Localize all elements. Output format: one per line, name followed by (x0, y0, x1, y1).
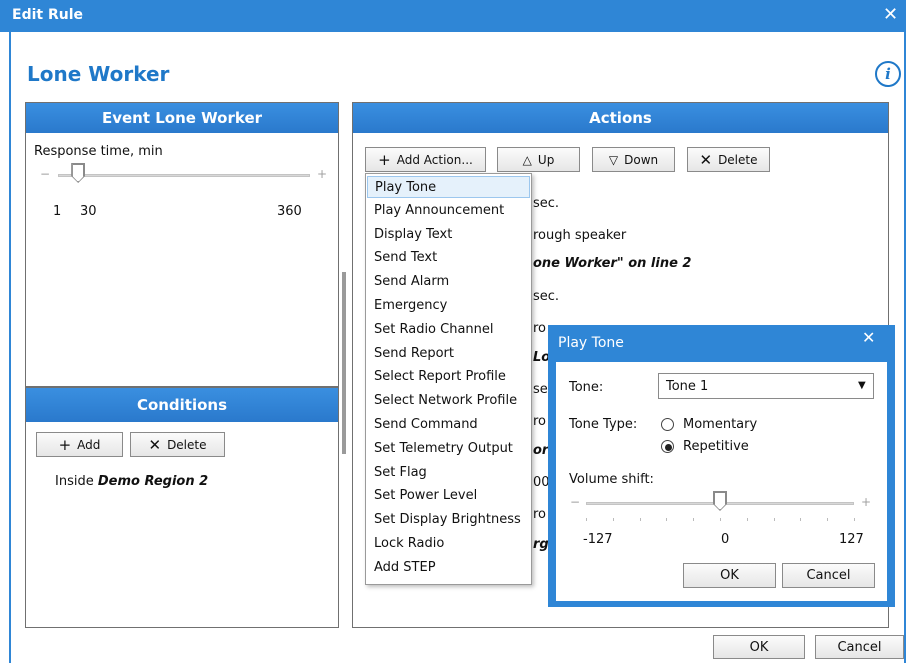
menu-item-select-network-profile[interactable]: Select Network Profile (367, 390, 530, 412)
delete-condition-button[interactable]: ✕ Delete (130, 432, 225, 457)
action-row-fragment: ro (533, 321, 547, 336)
event-panel-header: Event Lone Worker (26, 103, 338, 133)
menu-item-set-flag[interactable]: Set Flag (367, 462, 530, 484)
delete-action-button[interactable]: ✕ Delete (687, 147, 770, 172)
slider-tick (854, 518, 855, 521)
slider-tick (666, 518, 668, 521)
slider-plus-icon[interactable]: + (317, 167, 327, 181)
action-row-fragment: rg (533, 537, 549, 552)
menu-item-lock-radio[interactable]: Lock Radio (367, 533, 530, 555)
menu-item-set-radio-channel[interactable]: Set Radio Channel (367, 319, 530, 341)
add-action-menu: Play Tone Play Announcement Display Text Se… (365, 173, 532, 585)
tone-select[interactable]: Tone 1 ▼ (658, 373, 874, 399)
actions-panel-header: Actions (353, 103, 888, 133)
slider-tick (720, 518, 721, 521)
response-time-slider-thumb[interactable] (71, 163, 86, 183)
menu-item-play-announcement[interactable]: Play Announcement (367, 200, 530, 222)
menu-item-add-step[interactable]: Add STEP (367, 557, 530, 579)
volume-max-label: 127 (839, 532, 864, 547)
menu-item-send-command[interactable]: Send Command (367, 414, 530, 436)
response-time-label: Response time, min (34, 144, 163, 159)
menu-item-set-telemetry-output[interactable]: Set Telemetry Output (367, 438, 530, 460)
slider-tick (693, 518, 695, 521)
volume-value-label: 0 (721, 532, 730, 547)
momentary-label[interactable]: Momentary (683, 417, 757, 432)
menu-item-set-power-level[interactable]: Set Power Level (367, 485, 530, 507)
window-title: Edit Rule (12, 7, 83, 23)
action-row-fragment: se (533, 382, 548, 397)
triangle-down-icon: ▽ (608, 152, 619, 167)
menu-item-send-text[interactable]: Send Text (367, 247, 530, 269)
play-tone-ok-button[interactable]: OK (683, 563, 776, 588)
action-row-fragment: rough speaker (533, 228, 627, 243)
conditions-panel: Conditions + Add ✕ Delete Inside Demo Re… (25, 387, 339, 628)
delete-icon: ✕ (699, 150, 713, 169)
action-row-fragment: ro (533, 507, 547, 522)
slider-ticks (586, 518, 855, 521)
window-titlebar: Edit Rule ✕ (0, 0, 906, 32)
slider-tick (800, 518, 802, 521)
repetitive-label[interactable]: Repetitive (683, 439, 749, 454)
menu-item-play-tone[interactable]: Play Tone (367, 176, 530, 198)
volume-min-label: -127 (583, 532, 613, 547)
cancel-button[interactable]: Cancel (815, 635, 904, 659)
tone-type-label: Tone Type: (569, 417, 638, 432)
action-row-fragment: one Worker" on line 2 (533, 256, 692, 271)
tone-label: Tone: (569, 380, 604, 395)
response-time-slider[interactable] (58, 174, 310, 177)
slider-min-label: 1 (53, 204, 62, 219)
close-icon[interactable]: ✕ (862, 328, 875, 347)
repetitive-radio[interactable] (661, 440, 674, 453)
menu-item-emergency[interactable]: Emergency (367, 295, 530, 317)
condition-region: Demo Region 2 (97, 474, 209, 489)
action-row-fragment: sec. (533, 196, 560, 211)
slider-tick (612, 518, 614, 521)
rule-title: Lone Worker (27, 62, 170, 86)
action-row-fragment: ro (533, 414, 547, 429)
plus-icon: + (58, 435, 72, 454)
event-panel: Event Lone Worker Response time, min − +… (25, 102, 339, 387)
menu-item-display-text[interactable]: Display Text (367, 224, 530, 246)
slider-value-label: 30 (80, 204, 97, 219)
action-row-fragment: sec. (533, 289, 560, 304)
triangle-up-icon: △ (522, 152, 532, 167)
add-condition-button[interactable]: + Add (36, 432, 123, 457)
volume-shift-label: Volume shift: (569, 472, 654, 487)
delete-icon: ✕ (148, 435, 162, 454)
conditions-panel-header: Conditions (26, 388, 338, 422)
panel-splitter[interactable] (342, 272, 346, 454)
slider-tick (773, 518, 775, 521)
condition-item[interactable]: Inside Demo Region 2 (55, 474, 208, 489)
slider-tick (827, 518, 829, 521)
move-down-button[interactable]: ▽ Down (592, 147, 675, 172)
play-tone-title: Play Tone (558, 335, 624, 351)
plus-icon: + (378, 150, 391, 169)
momentary-radio[interactable] (661, 418, 674, 431)
slider-tick (586, 518, 587, 521)
slider-plus-icon[interactable]: + (861, 495, 871, 509)
menu-item-send-report[interactable]: Send Report (367, 343, 530, 365)
slider-minus-icon[interactable]: − (40, 167, 50, 181)
menu-item-send-alarm[interactable]: Send Alarm (367, 271, 530, 293)
menu-item-select-report-profile[interactable]: Select Report Profile (367, 366, 530, 388)
volume-shift-slider-thumb[interactable] (713, 491, 727, 511)
add-action-button[interactable]: + Add Action... (365, 147, 486, 172)
close-icon[interactable]: ✕ (883, 4, 898, 25)
menu-item-set-display-brightness[interactable]: Set Display Brightness (367, 509, 530, 531)
slider-tick (639, 518, 641, 521)
move-up-button[interactable]: △ Up (497, 147, 580, 172)
slider-minus-icon[interactable]: − (570, 495, 580, 509)
info-icon[interactable]: i (875, 61, 901, 87)
slider-tick (746, 518, 748, 521)
play-tone-body: Tone: Tone 1 ▼ Tone Type: Momentary Repe… (556, 362, 887, 601)
slider-max-label: 360 (277, 204, 302, 219)
play-tone-cancel-button[interactable]: Cancel (782, 563, 875, 588)
chevron-down-icon: ▼ (858, 380, 866, 391)
tone-select-value: Tone 1 (666, 379, 709, 394)
ok-button[interactable]: OK (713, 635, 805, 659)
